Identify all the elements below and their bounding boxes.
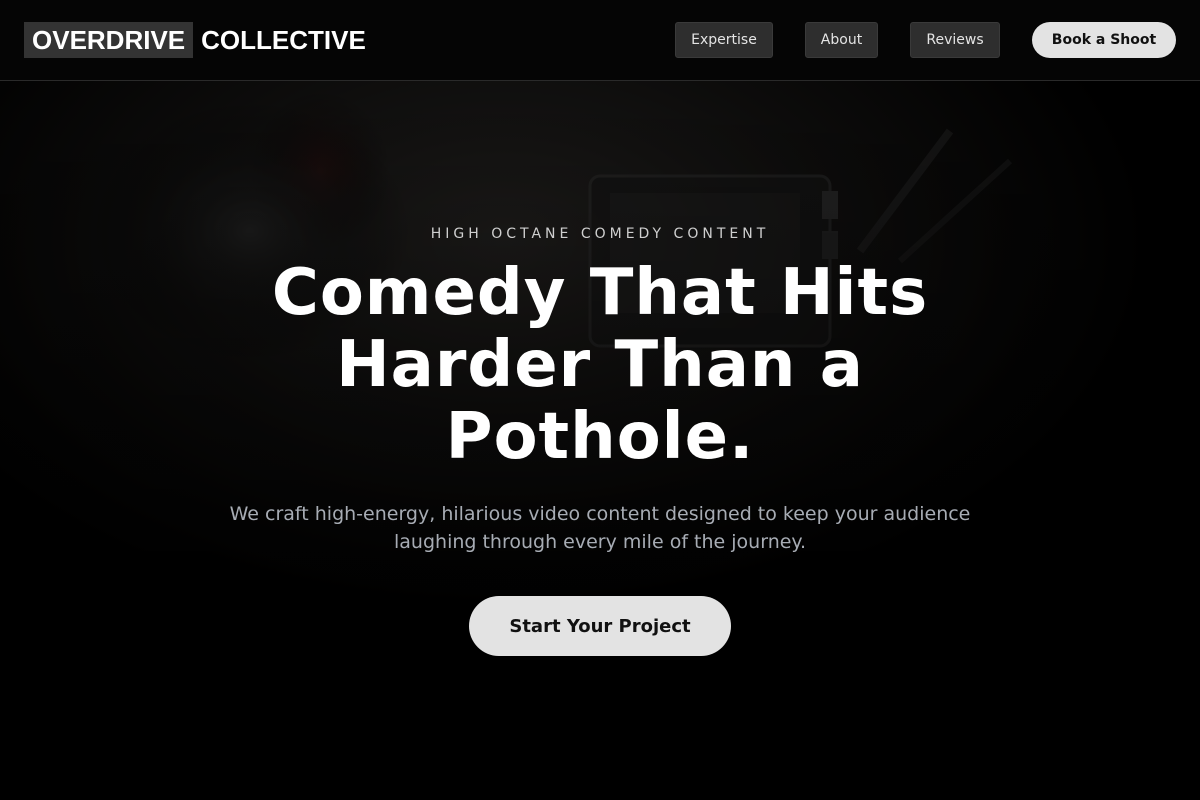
nav-reviews-button[interactable]: Reviews xyxy=(910,22,1000,58)
hero-content: HIGH OCTANE COMEDY CONTENT Comedy That H… xyxy=(0,81,1200,800)
hero-headline: Comedy That Hits Harder Than a Pothole. xyxy=(271,256,929,474)
book-shoot-button[interactable]: Book a Shoot xyxy=(1032,22,1176,58)
logo-text: COLLECTIVE xyxy=(201,24,366,55)
nav-about-button[interactable]: About xyxy=(805,22,878,58)
site-header: OVERDRIVE COLLECTIVE Expertise About Rev… xyxy=(0,0,1200,81)
nav-expertise-button[interactable]: Expertise xyxy=(675,22,773,58)
hero-section: HIGH OCTANE COMEDY CONTENT Comedy That H… xyxy=(0,81,1200,800)
brand-logo[interactable]: OVERDRIVE COLLECTIVE xyxy=(24,22,366,58)
start-project-button[interactable]: Start Your Project xyxy=(469,596,731,656)
hero-subtext: We craft high-energy, hilarious video co… xyxy=(229,503,971,553)
logo-highlight: OVERDRIVE xyxy=(24,22,194,58)
hero-eyebrow: HIGH OCTANE COMEDY CONTENT xyxy=(430,226,770,242)
